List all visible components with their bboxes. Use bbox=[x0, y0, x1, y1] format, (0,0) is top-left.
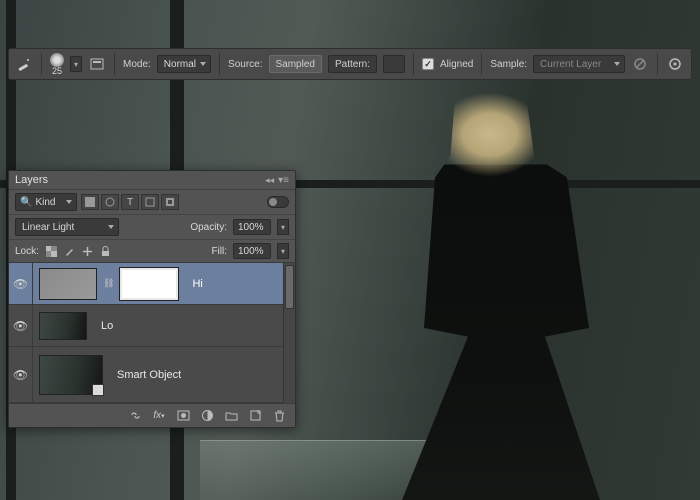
visibility-toggle-icon[interactable]: 👁 bbox=[13, 319, 28, 333]
lock-fill-row: Lock: Fill: 100% ▾ bbox=[9, 240, 295, 263]
opacity-label: Opacity: bbox=[190, 222, 227, 233]
lock-all-icon[interactable] bbox=[99, 244, 113, 258]
source-sampled-button[interactable]: Sampled bbox=[269, 55, 322, 73]
fill-label: Fill: bbox=[211, 246, 227, 257]
tool-options-bar: 25 ▾ Mode: Normal Source: Sampled Patter… bbox=[8, 48, 692, 80]
panel-menu-icon[interactable]: ▾≡ bbox=[278, 175, 289, 186]
panel-header: Layers ◂◂ ▾≡ bbox=[9, 171, 295, 190]
layers-scrollbar[interactable] bbox=[283, 263, 295, 403]
lock-transparency-icon[interactable] bbox=[45, 244, 59, 258]
layer-blend-mode-select[interactable]: Linear Light bbox=[15, 218, 119, 236]
layer-thumbnail[interactable]: ◧ bbox=[39, 355, 103, 395]
filter-shape-icon[interactable] bbox=[141, 194, 159, 210]
filter-type-select[interactable]: 🔍Kind bbox=[15, 193, 77, 211]
visibility-toggle-icon[interactable]: 👁 bbox=[13, 368, 28, 382]
link-layers-icon[interactable] bbox=[127, 408, 143, 424]
filter-pixel-icon[interactable] bbox=[81, 194, 99, 210]
layers-panel: Layers ◂◂ ▾≡ 🔍Kind T Linear Light Opacit… bbox=[8, 170, 296, 428]
add-mask-icon[interactable] bbox=[175, 408, 191, 424]
source-label: Source: bbox=[228, 59, 262, 70]
layer-filter-row: 🔍Kind T bbox=[9, 190, 295, 215]
layer-name[interactable]: Lo bbox=[93, 320, 113, 332]
layer-row-smart-object[interactable]: 👁 ◧ Smart Object bbox=[9, 347, 295, 403]
ignore-adjustment-icon[interactable] bbox=[631, 55, 649, 73]
aligned-label: Aligned bbox=[440, 59, 473, 70]
blend-mode-select[interactable]: Normal bbox=[157, 55, 211, 73]
layer-row-hi[interactable]: 👁 ⛓ Hi bbox=[9, 263, 295, 305]
brush-panel-toggle-icon[interactable] bbox=[88, 55, 106, 73]
filter-smart-icon[interactable] bbox=[161, 194, 179, 210]
sample-layers-select[interactable]: Current Layer bbox=[533, 55, 625, 73]
brush-picker-dropdown[interactable]: ▾ bbox=[70, 56, 82, 72]
new-group-icon[interactable] bbox=[223, 408, 239, 424]
filter-adjustment-icon[interactable] bbox=[101, 194, 119, 210]
layer-name[interactable]: Hi bbox=[184, 278, 202, 290]
layers-panel-footer: fx▾ bbox=[9, 403, 295, 427]
opacity-field[interactable]: 100% bbox=[233, 219, 271, 235]
fill-field[interactable]: 100% bbox=[233, 243, 271, 259]
aligned-checkbox[interactable]: ✓ bbox=[422, 58, 434, 70]
sample-label: Sample: bbox=[490, 59, 527, 70]
healing-brush-tool-icon[interactable] bbox=[15, 55, 33, 73]
lock-label: Lock: bbox=[15, 246, 39, 257]
pattern-swatch[interactable] bbox=[383, 55, 405, 73]
layers-tab[interactable]: Layers bbox=[15, 174, 48, 186]
collapse-icon[interactable]: ◂◂ bbox=[265, 175, 274, 186]
layer-mask-thumbnail[interactable] bbox=[120, 268, 178, 300]
layers-list: 👁 ⛓ Hi 👁 Lo 👁 ◧ Smart Object bbox=[9, 263, 295, 403]
photo-subject-figure bbox=[380, 70, 600, 500]
lock-pixels-icon[interactable] bbox=[63, 244, 77, 258]
brush-size-value: 25 bbox=[52, 67, 62, 76]
fill-slider-toggle[interactable]: ▾ bbox=[277, 243, 289, 259]
opacity-slider-toggle[interactable]: ▾ bbox=[277, 219, 289, 235]
filter-toggle-switch[interactable] bbox=[267, 196, 289, 208]
layer-effects-icon[interactable]: fx▾ bbox=[151, 408, 167, 424]
blend-opacity-row: Linear Light Opacity: 100% ▾ bbox=[9, 215, 295, 240]
new-adjustment-icon[interactable] bbox=[199, 408, 215, 424]
pressure-size-icon[interactable] bbox=[666, 55, 684, 73]
filter-type-icon[interactable]: T bbox=[121, 194, 139, 210]
layer-name[interactable]: Smart Object bbox=[109, 369, 181, 381]
brush-preview-icon[interactable] bbox=[50, 53, 64, 67]
lock-position-icon[interactable] bbox=[81, 244, 95, 258]
smart-object-badge-icon: ◧ bbox=[92, 384, 104, 396]
layer-thumbnail[interactable] bbox=[39, 268, 97, 300]
layer-row-lo[interactable]: 👁 Lo bbox=[9, 305, 295, 347]
delete-layer-icon[interactable] bbox=[271, 408, 287, 424]
scrollbar-thumb[interactable] bbox=[285, 265, 294, 309]
layer-thumbnail[interactable] bbox=[39, 312, 87, 340]
visibility-toggle-icon[interactable]: 👁 bbox=[13, 277, 28, 291]
mask-link-icon[interactable]: ⛓ bbox=[103, 278, 114, 289]
new-layer-icon[interactable] bbox=[247, 408, 263, 424]
mode-label: Mode: bbox=[123, 59, 151, 70]
source-pattern-button[interactable]: Pattern: bbox=[328, 55, 377, 73]
